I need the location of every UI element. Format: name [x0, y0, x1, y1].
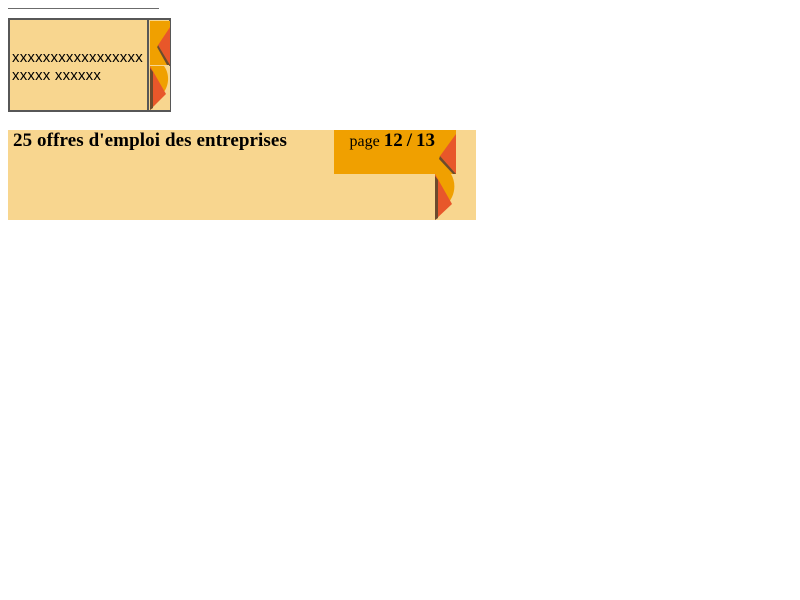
page-corner-icon[interactable] [435, 130, 456, 174]
text-widget: xxxxxxxxxxxxxxxxxxxxxx xxxxxx [8, 18, 171, 112]
total-page-number: 13 [416, 130, 435, 151]
current-page-number: 12 [383, 130, 403, 151]
page-title: 25 offres d'emploi des entreprises [13, 130, 287, 151]
top-divider [8, 8, 159, 9]
pagination-prefix: page [349, 133, 380, 150]
pagination: page 12 / 13 [334, 130, 456, 174]
page-separator: / [406, 130, 412, 151]
widget-text: xxxxxxxxxxxxxxxxxxxxxx xxxxxx [12, 49, 143, 84]
job-results-banner: 25 offres d'emploi des entreprises page … [8, 130, 476, 220]
page-flip-icon[interactable] [150, 66, 170, 110]
page-flip-icon[interactable] [435, 174, 456, 220]
pagination-text: page 12 / 13 [334, 130, 435, 153]
page-corner-icon[interactable] [150, 21, 170, 65]
widget-divider [147, 20, 149, 110]
